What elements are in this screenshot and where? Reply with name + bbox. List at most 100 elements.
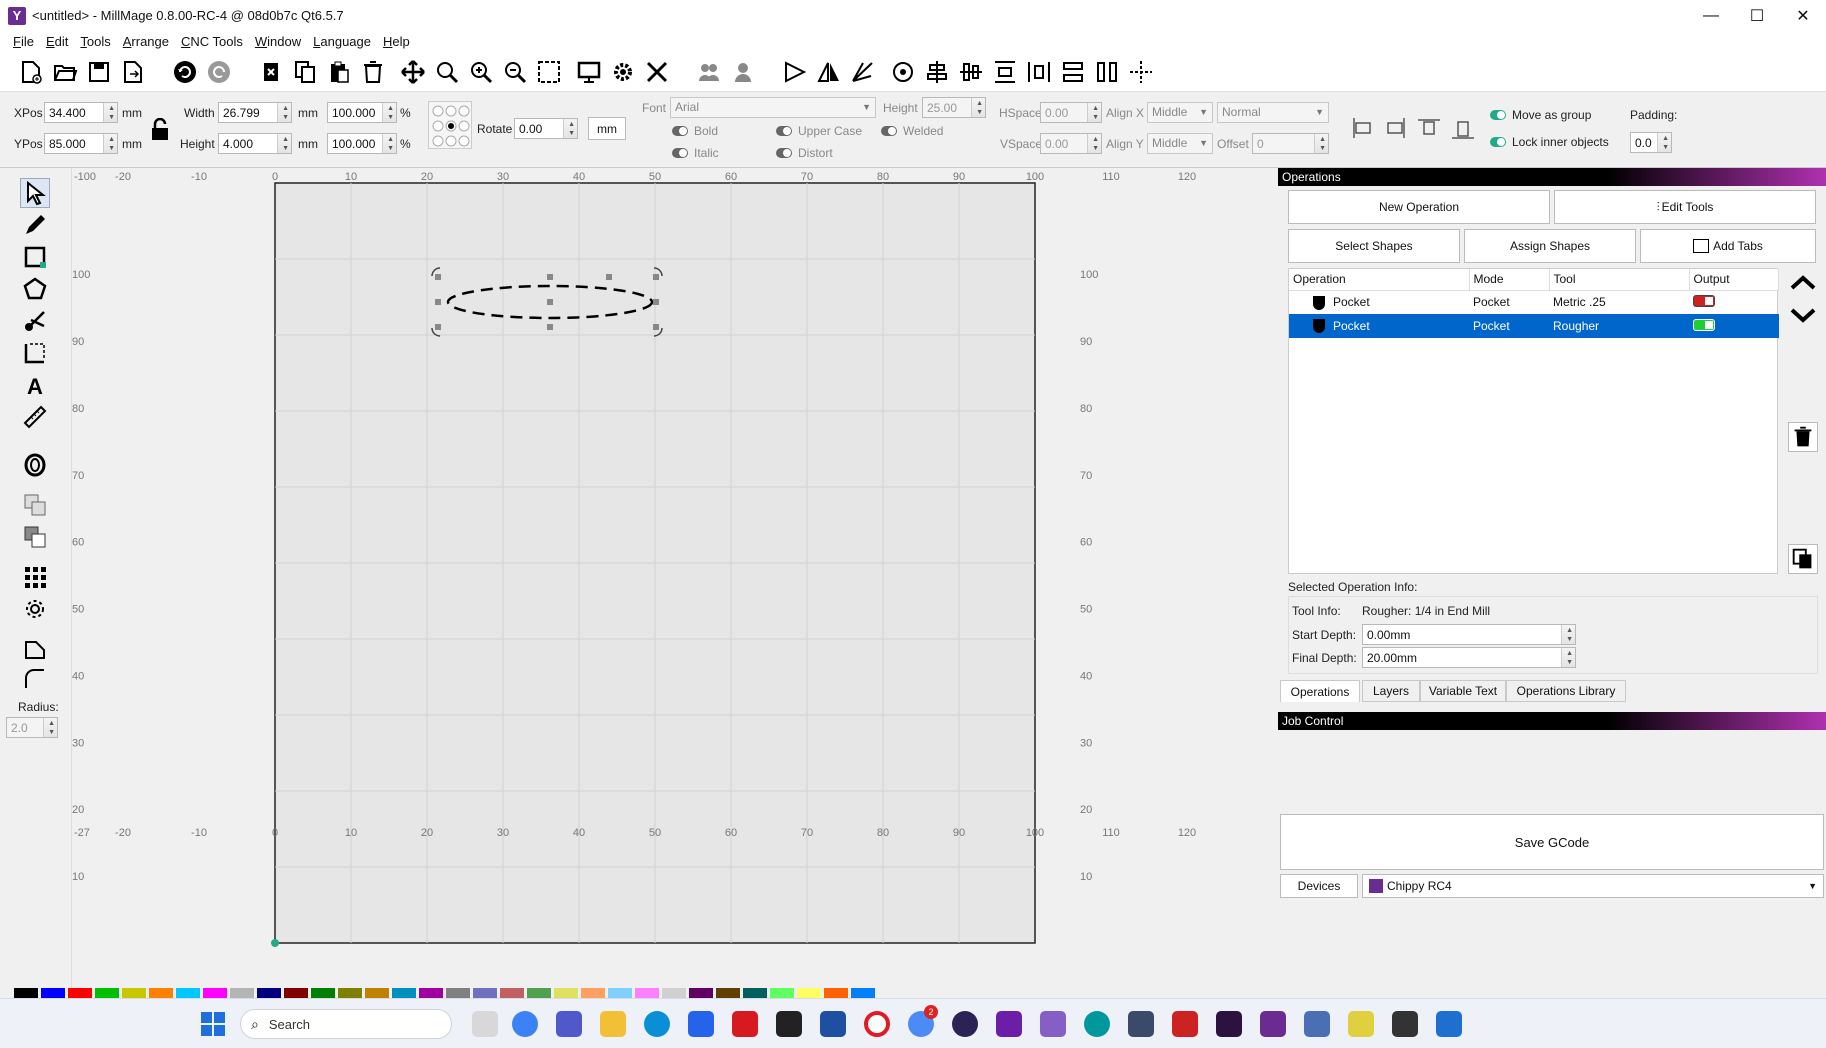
space-v-icon[interactable] <box>1056 55 1090 89</box>
polygon-icon[interactable] <box>20 274 50 304</box>
zoom-in-icon[interactable] <box>464 55 498 89</box>
chat-app-icon[interactable]: 2 <box>908 1005 938 1037</box>
move-icon[interactable] <box>396 55 430 89</box>
spin-arrows-icon[interactable]: ▲ ▼ <box>1566 649 1573 667</box>
palette-swatch[interactable] <box>689 988 713 998</box>
palette-swatch[interactable] <box>68 988 92 998</box>
select-shapes-button[interactable]: Select Shapes <box>1288 229 1460 263</box>
device-select[interactable]: Chippy RC4 ▼ <box>1362 874 1824 898</box>
store-icon[interactable] <box>688 1011 714 1037</box>
bold-toggle[interactable] <box>672 126 688 136</box>
text-mode-select[interactable]: Normal ▼ <box>1217 102 1329 123</box>
open-folder-icon[interactable] <box>48 55 82 89</box>
space-h-icon[interactable] <box>1090 55 1124 89</box>
spin-arrows-icon[interactable]: ▲ ▼ <box>1566 626 1573 644</box>
xpos-input[interactable]: 34.400 ▲ ▼ <box>44 102 118 123</box>
spin-arrows-icon[interactable]: ▲ ▼ <box>1092 104 1099 122</box>
eclipse-icon[interactable] <box>952 1011 978 1037</box>
circular-array-icon[interactable] <box>20 594 50 624</box>
menu-window[interactable]: Window <box>255 34 301 49</box>
palette-swatch[interactable] <box>716 988 740 998</box>
windows-start-icon[interactable] <box>200 1011 226 1037</box>
palette-swatch[interactable] <box>743 988 767 998</box>
padding-input[interactable]: 0.0 ▲ ▼ <box>1630 132 1672 153</box>
edge-icon[interactable] <box>644 1011 670 1037</box>
corner-round-icon[interactable] <box>20 664 50 694</box>
align-middle-icon[interactable] <box>954 55 988 89</box>
distribute-h-icon[interactable] <box>1022 55 1056 89</box>
remote-desktop-icon[interactable] <box>820 1011 846 1037</box>
palette-swatch[interactable] <box>257 988 281 998</box>
palette-swatch[interactable] <box>419 988 443 998</box>
spin-arrows-icon[interactable]: ▲ ▼ <box>282 104 289 122</box>
redo-icon[interactable] <box>202 55 236 89</box>
palette-swatch[interactable] <box>311 988 335 998</box>
move-down-icon[interactable] <box>1786 300 1820 330</box>
palette-swatch[interactable] <box>581 988 605 998</box>
rectangle-icon[interactable] <box>20 242 50 272</box>
font-select[interactable]: Arial ▼ <box>670 97 876 118</box>
pen-icon[interactable] <box>20 210 50 240</box>
maximize-button[interactable]: ☐ <box>1734 0 1780 31</box>
palette-swatch[interactable] <box>284 988 308 998</box>
paste-icon[interactable] <box>322 55 356 89</box>
save-gcode-button[interactable]: Save GCode <box>1280 814 1824 870</box>
move-up-icon[interactable] <box>1786 268 1820 298</box>
spin-arrows-icon[interactable]: ▲ ▼ <box>1662 134 1669 152</box>
table-row[interactable]: Pocket Pocket Metric .25 <box>1289 290 1779 314</box>
spin-arrows-icon[interactable]: ▲ ▼ <box>48 719 55 737</box>
duplicate-icon[interactable] <box>1788 544 1818 574</box>
file-explorer-icon[interactable] <box>472 1011 498 1037</box>
align-center-icon[interactable] <box>920 55 954 89</box>
palette-swatch[interactable] <box>41 988 65 998</box>
workspace-svg[interactable]: -20 -10 0 10 20 30 40 50 60 70 80 90 100 110 120-100 -… <box>72 168 1270 988</box>
table-row[interactable]: Pocket Pocket Rougher <box>1289 314 1779 338</box>
palette-swatch[interactable] <box>176 988 200 998</box>
monitor-icon[interactable] <box>572 55 606 89</box>
spin-arrows-icon[interactable]: ▲ ▼ <box>976 99 983 117</box>
opera-icon[interactable] <box>864 1011 890 1037</box>
dark-app-icon[interactable] <box>1216 1011 1242 1037</box>
undo-icon[interactable] <box>168 55 202 89</box>
palette-swatch[interactable] <box>95 988 119 998</box>
devices-button[interactable]: Devices <box>1280 874 1358 898</box>
move-as-group-toggle[interactable] <box>1490 110 1506 120</box>
export-icon[interactable] <box>116 55 150 89</box>
grid-array-icon[interactable] <box>20 562 50 592</box>
palette-swatch[interactable] <box>797 988 821 998</box>
node-edit-icon[interactable] <box>20 306 50 336</box>
new-file-icon[interactable] <box>14 55 48 89</box>
align-x-select[interactable]: Middle ▼ <box>1147 102 1213 123</box>
notepad-icon[interactable] <box>1436 1011 1462 1037</box>
offset-shape-icon[interactable] <box>20 450 50 480</box>
design-canvas[interactable]: -20 -10 0 10 20 30 40 50 60 70 80 90 100 110 120 -100 -… <box>72 168 1270 988</box>
align-y-select[interactable]: Middle ▼ <box>1147 133 1213 154</box>
cube-app-icon[interactable] <box>1348 1011 1374 1037</box>
arduino-icon[interactable] <box>1084 1011 1110 1037</box>
palette-swatch[interactable] <box>662 988 686 998</box>
media-app-icon[interactable] <box>996 1011 1022 1037</box>
taskbar-search[interactable]: ⌕ Search <box>240 1009 452 1039</box>
cut-icon[interactable] <box>254 55 288 89</box>
tools-icon[interactable] <box>640 55 674 89</box>
minimize-button[interactable]: — <box>1688 0 1734 31</box>
height-input[interactable]: 4.000 ▲ ▼ <box>218 133 292 154</box>
output-toggle[interactable] <box>1693 294 1715 307</box>
settings-icon[interactable] <box>606 55 640 89</box>
palette-swatch[interactable] <box>230 988 254 998</box>
group-icon[interactable] <box>692 55 726 89</box>
palette-swatch[interactable] <box>203 988 227 998</box>
copilot-icon[interactable] <box>512 1011 538 1037</box>
fillet-icon[interactable] <box>20 634 50 664</box>
output-toggle[interactable] <box>1693 318 1715 331</box>
palette-swatch[interactable] <box>824 988 848 998</box>
text-tool-icon[interactable]: A <box>20 370 50 400</box>
tab-variable-text[interactable]: Variable Text <box>1420 680 1506 702</box>
palette-swatch[interactable] <box>14 988 38 998</box>
palette-swatch[interactable] <box>122 988 146 998</box>
ungroup-icon[interactable] <box>726 55 760 89</box>
palette-swatch[interactable] <box>635 988 659 998</box>
offset-input[interactable]: 0 ▲ ▼ <box>1252 133 1329 154</box>
distort-toggle[interactable] <box>776 148 792 158</box>
tab-layers[interactable]: Layers <box>1362 680 1420 702</box>
